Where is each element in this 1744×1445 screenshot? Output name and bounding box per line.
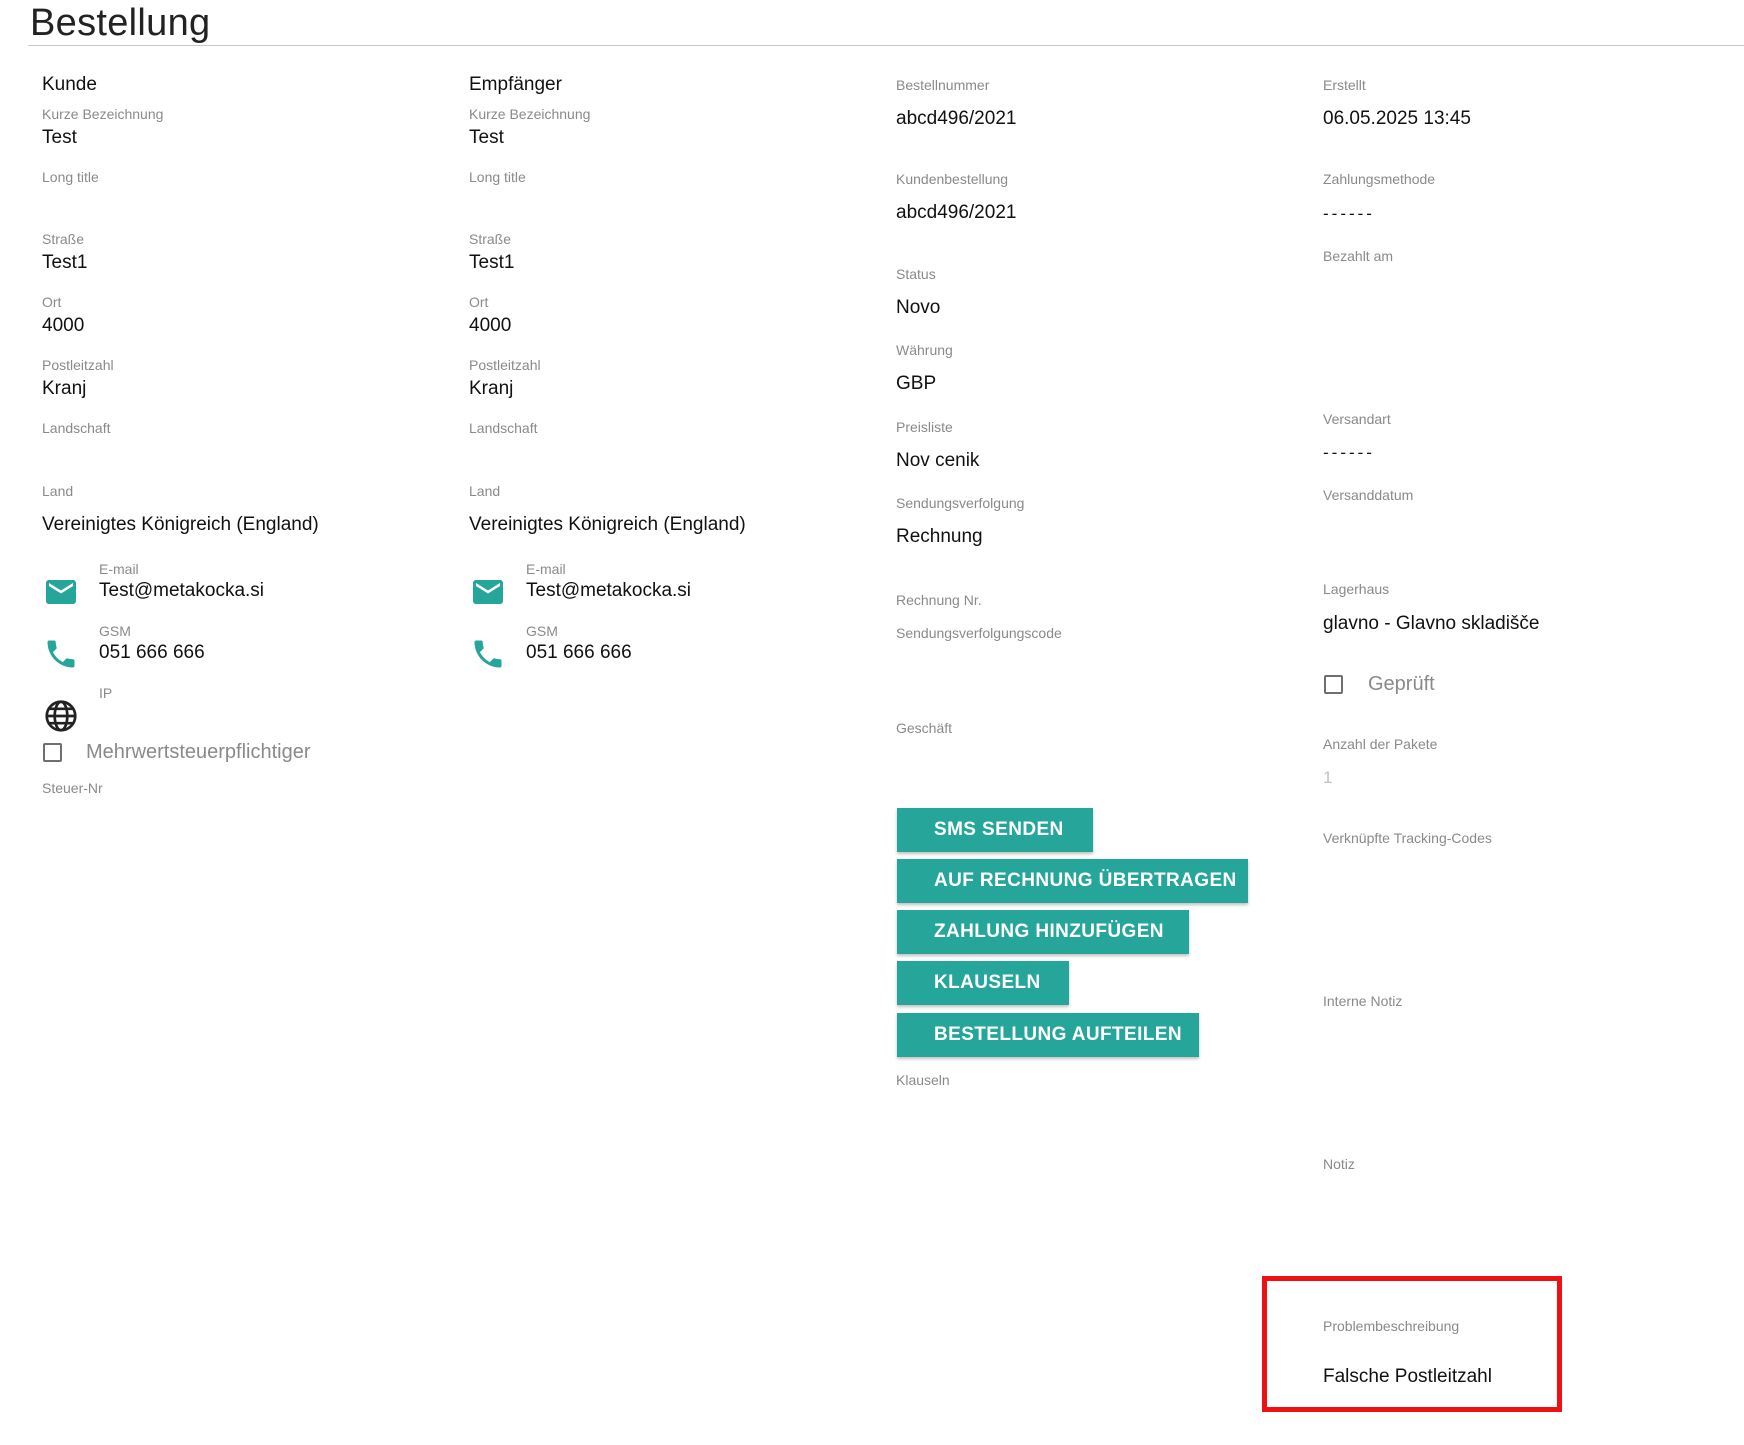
currency-value[interactable]: GBP — [896, 373, 936, 395]
created-label: Erstellt — [1323, 77, 1366, 93]
split-order-button[interactable]: BESTELLUNG AUFTEILEN — [897, 1013, 1199, 1057]
recipient-email-value[interactable]: Test@metakocka.si — [526, 580, 691, 602]
checked-checkbox-label[interactable]: Geprüft — [1368, 673, 1435, 696]
status-label: Status — [896, 266, 936, 282]
recipient-street-label: Straße — [469, 231, 512, 247]
clauses-label: Klauseln — [896, 1072, 950, 1088]
problem-value[interactable]: Falsche Postleitzahl — [1323, 1366, 1492, 1388]
customer-city-value[interactable]: 4000 — [42, 315, 84, 337]
customer-country-value[interactable]: Vereinigtes Königreich (England) — [42, 514, 319, 536]
customer-heading: Kunde — [42, 74, 97, 95]
recipient-street-value[interactable]: Test1 — [469, 252, 514, 274]
customer-taxno-label: Steuer-Nr — [42, 780, 103, 796]
customer-email-value[interactable]: Test@metakocka.si — [99, 580, 264, 602]
recipient-gsm-label: GSM — [526, 623, 558, 639]
recipient-city-value[interactable]: 4000 — [469, 315, 511, 337]
customer-country-label: Land — [42, 483, 74, 499]
packages-value[interactable]: 1 — [1323, 768, 1332, 788]
warehouse-label: Lagerhaus — [1323, 581, 1390, 597]
customer-zip-value[interactable]: Kranj — [42, 378, 86, 400]
recipient-email-label: E-mail — [526, 561, 566, 577]
recipient-short-label: Kurze Bezeichnung — [469, 106, 591, 122]
customer-zip-label: Postleitzahl — [42, 357, 114, 373]
customer-long-label: Long title — [42, 169, 99, 185]
packages-label: Anzahl der Pakete — [1323, 736, 1438, 752]
pricelist-label: Preisliste — [896, 419, 953, 435]
invoice-number-label: Rechnung Nr. — [896, 592, 982, 608]
tracking-value[interactable]: Rechnung — [896, 526, 983, 548]
customer-gsm-value[interactable]: 051 666 666 — [99, 642, 205, 664]
customer-city-label: Ort — [42, 294, 62, 310]
payment-method-value[interactable]: ------ — [1323, 204, 1375, 224]
recipient-short-value[interactable]: Test — [469, 127, 504, 149]
order-number-label: Bestellnummer — [896, 77, 990, 93]
recipient-region-label: Landschaft — [469, 420, 538, 436]
created-value: 06.05.2025 13:45 — [1323, 108, 1471, 129]
checked-checkbox[interactable] — [1324, 675, 1343, 694]
problem-label: Problembeschreibung — [1323, 1318, 1460, 1334]
page-title: Bestellung — [30, 2, 211, 44]
internal-note-label: Interne Notiz — [1323, 993, 1403, 1009]
recipient-city-label: Ort — [469, 294, 489, 310]
recipient-country-value[interactable]: Vereinigtes Königreich (England) — [469, 514, 746, 536]
recipient-gsm-value[interactable]: 051 666 666 — [526, 642, 632, 664]
currency-label: Währung — [896, 342, 953, 358]
globe-icon — [45, 700, 77, 732]
tracking-label: Sendungsverfolgung — [896, 495, 1025, 511]
vat-checkbox-label[interactable]: Mehrwertsteuerpflichtiger — [86, 741, 311, 764]
title-divider — [28, 45, 1744, 46]
customer-ip-label: IP — [99, 685, 113, 701]
status-value[interactable]: Novo — [896, 297, 940, 319]
note-label: Notiz — [1323, 1156, 1355, 1172]
add-payment-button[interactable]: ZAHLUNG HINZUFÜGEN — [897, 910, 1189, 954]
recipient-heading: Empfänger — [469, 74, 562, 95]
customer-short-value[interactable]: Test — [42, 127, 77, 149]
phone-icon — [47, 640, 75, 668]
business-label: Geschäft — [896, 720, 953, 736]
vat-checkbox[interactable] — [43, 743, 62, 762]
problem-highlight-box — [1262, 1276, 1562, 1412]
customer-region-label: Landschaft — [42, 420, 111, 436]
customer-email-label: E-mail — [99, 561, 139, 577]
clauses-button[interactable]: KLAUSELN — [897, 961, 1069, 1005]
paid-on-label: Bezahlt am — [1323, 248, 1394, 264]
phone-icon — [474, 640, 502, 668]
shipping-type-label: Versandart — [1323, 411, 1391, 427]
customer-order-label: Kundenbestellung — [896, 171, 1009, 187]
mail-icon — [46, 580, 76, 604]
pricelist-value[interactable]: Nov cenik — [896, 450, 979, 472]
mail-icon — [473, 580, 503, 604]
customer-street-value[interactable]: Test1 — [42, 252, 87, 274]
transfer-to-invoice-button[interactable]: AUF RECHNUNG ÜBERTRAGEN — [897, 859, 1248, 903]
linked-codes-label: Verknüpfte Tracking-Codes — [1323, 830, 1492, 846]
recipient-country-label: Land — [469, 483, 501, 499]
send-sms-button[interactable]: SMS SENDEN — [897, 808, 1093, 852]
order-number-value[interactable]: abcd496/2021 — [896, 108, 1016, 130]
customer-order-value[interactable]: abcd496/2021 — [896, 202, 1016, 224]
shipping-type-value[interactable]: ------ — [1323, 443, 1375, 463]
recipient-long-label: Long title — [469, 169, 526, 185]
payment-method-label: Zahlungsmethode — [1323, 171, 1436, 187]
recipient-zip-label: Postleitzahl — [469, 357, 541, 373]
customer-street-label: Straße — [42, 231, 85, 247]
recipient-zip-value[interactable]: Kranj — [469, 378, 513, 400]
tracking-code-label: Sendungsverfolgungscode — [896, 625, 1062, 641]
customer-gsm-label: GSM — [99, 623, 131, 639]
customer-short-label: Kurze Bezeichnung — [42, 106, 164, 122]
shipping-date-label: Versanddatum — [1323, 487, 1414, 503]
warehouse-value[interactable]: glavno - Glavno skladišče — [1323, 613, 1540, 635]
